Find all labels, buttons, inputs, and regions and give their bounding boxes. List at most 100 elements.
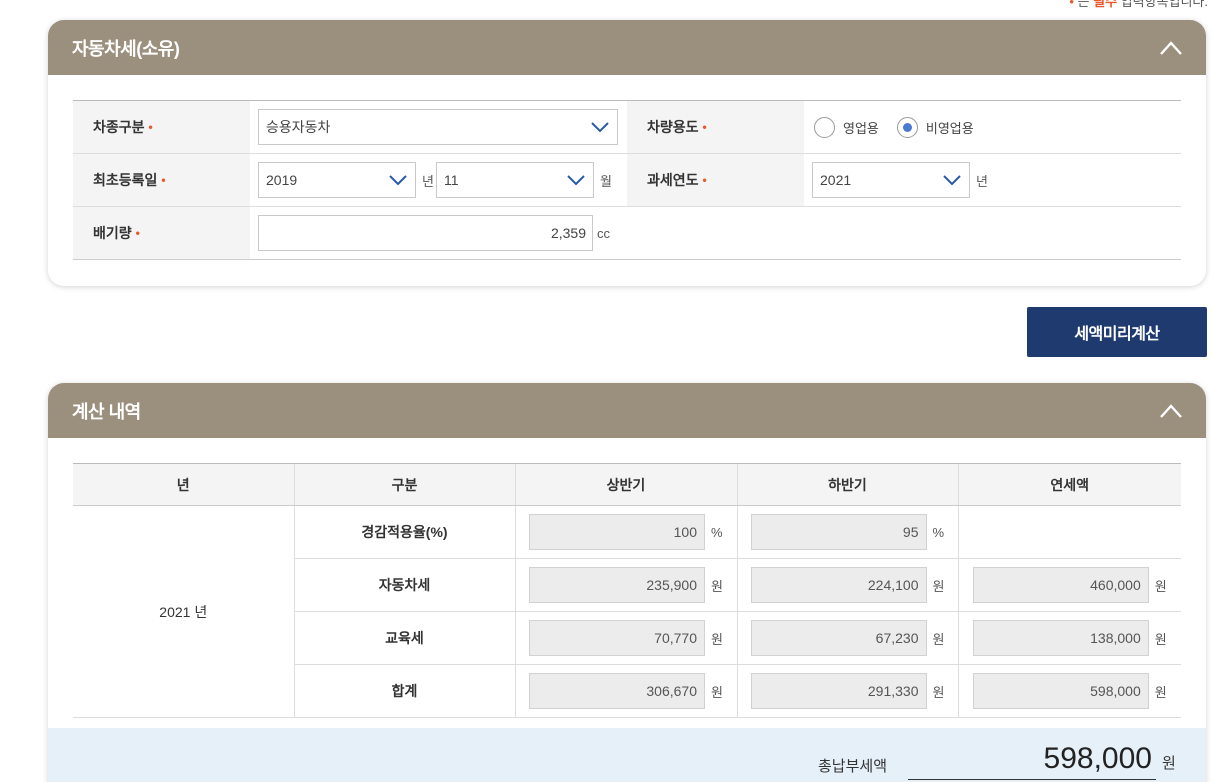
tax-year-cell: 2021 년 bbox=[804, 154, 992, 206]
required-dot: • bbox=[1069, 0, 1074, 9]
unit-label: 원 bbox=[1154, 684, 1167, 700]
result-card-title: 계산 내역 bbox=[72, 401, 141, 422]
vehicle-tax-card: 자동차세(소유) 차종구분 • 승용자동차 차량용도 • 영업용 비영업용 최초… bbox=[48, 20, 1206, 286]
readonly-field: 100 bbox=[529, 514, 705, 550]
table-row: 2021 년 경감적용율(%) 100% 95% bbox=[73, 505, 1181, 718]
tax-year-label-text: 과세연도 bbox=[647, 172, 699, 188]
result-table: 년 구분 상반기 하반기 연세액 2021 년 경감적용율(%) 100% 95… bbox=[73, 463, 1181, 718]
first-reg-year-select[interactable]: 2019 bbox=[258, 162, 416, 198]
unit-label: 원 bbox=[932, 631, 945, 647]
displacement-cell: 2,359 cc bbox=[250, 207, 614, 259]
unit-label: 원 bbox=[1154, 578, 1167, 594]
form-row-displacement: 배기량 • 2,359 cc bbox=[73, 207, 1181, 260]
form-row-dates: 최초등록일 • 2019 년 11 월 과세연도 • 2021 년 bbox=[73, 154, 1181, 207]
total-tax-label: 총납부세액 bbox=[818, 758, 888, 775]
radio-noncommercial-circle[interactable] bbox=[896, 116, 918, 138]
cell-edu-second: 67,230 원 bbox=[736, 611, 958, 665]
required-note-prefix: 는 bbox=[1077, 0, 1090, 9]
cell-edu-first: 70,770 원 bbox=[514, 611, 737, 665]
unit-label: % bbox=[932, 524, 945, 540]
tax-year-label: 과세연도 • bbox=[627, 154, 804, 206]
month-unit: 월 bbox=[599, 173, 612, 189]
displacement-value: 2,359 bbox=[550, 225, 586, 241]
col-header-annual: 연세액 bbox=[957, 463, 1181, 506]
required-word: 필수 bbox=[1093, 0, 1118, 9]
total-tax-value: 598,000 bbox=[908, 742, 1156, 780]
result-card-header[interactable]: 계산 내역 bbox=[48, 383, 1206, 438]
chevron-up-icon[interactable] bbox=[1160, 40, 1182, 55]
usage-label-text: 차량용도 bbox=[647, 119, 699, 135]
cell-car-tax-annual: 460,000 원 bbox=[957, 558, 1181, 612]
required-note: • 는 필수 입력항목입니다. bbox=[1069, 0, 1208, 10]
readonly-field: 70,770 bbox=[529, 620, 705, 656]
tax-year-select[interactable]: 2021 bbox=[812, 162, 970, 198]
chevron-up-icon[interactable] bbox=[1160, 403, 1182, 418]
readonly-field: 95 bbox=[750, 514, 927, 550]
displacement-label: 배기량 • bbox=[73, 207, 250, 259]
required-dot: • bbox=[702, 173, 707, 187]
unit-label: 원 bbox=[711, 631, 723, 647]
chevron-down-icon bbox=[591, 121, 609, 132]
readonly-field: 235,900 bbox=[529, 567, 705, 603]
radio-noncommercial[interactable]: 비영업용 bbox=[896, 116, 974, 138]
year-unit: 년 bbox=[422, 173, 434, 189]
row-label-reduction: 경감적용율(%) bbox=[293, 505, 515, 559]
cell-reduction-annual bbox=[957, 505, 1181, 559]
car-type-select[interactable]: 승용자동차 bbox=[258, 109, 618, 145]
car-type-label: 차종구분 • bbox=[73, 101, 250, 153]
unit-label: 원 bbox=[932, 684, 945, 700]
chevron-down-icon bbox=[567, 174, 585, 185]
readonly-field: 67,230 bbox=[750, 620, 927, 656]
required-dot: • bbox=[135, 226, 140, 240]
radio-commercial-label: 영업용 bbox=[843, 120, 879, 136]
required-dot: • bbox=[161, 173, 166, 187]
readonly-field: 224,100 bbox=[750, 567, 927, 603]
row-label-car-tax: 자동차세 bbox=[293, 558, 515, 612]
unit-label: 원 bbox=[1154, 631, 1167, 647]
cell-car-tax-first: 235,900 원 bbox=[514, 558, 737, 612]
car-type-cell: 승용자동차 bbox=[250, 101, 627, 153]
displacement-label-text: 배기량 bbox=[93, 225, 132, 241]
cell-sum-second: 291,330 원 bbox=[736, 664, 958, 718]
radio-noncommercial-label: 비영업용 bbox=[925, 120, 974, 136]
col-header-first-half: 상반기 bbox=[514, 463, 737, 506]
readonly-field: 138,000 bbox=[972, 620, 1149, 656]
calculate-tax-button[interactable]: 세액미리계산 bbox=[1027, 307, 1207, 357]
cell-edu-annual: 138,000 원 bbox=[957, 611, 1181, 665]
row-label-education-tax: 교육세 bbox=[293, 611, 515, 665]
required-dot: • bbox=[148, 120, 153, 134]
first-reg-label-text: 최초등록일 bbox=[93, 172, 158, 188]
unit-label: 원 bbox=[711, 684, 723, 700]
readonly-field: 460,000 bbox=[972, 567, 1149, 603]
col-header-category: 구분 bbox=[293, 463, 515, 506]
vehicle-form: 차종구분 • 승용자동차 차량용도 • 영업용 비영업용 최초등록일 • 201… bbox=[73, 100, 1181, 260]
required-dot: • bbox=[702, 120, 707, 134]
cell-sum-first: 306,670 원 bbox=[514, 664, 737, 718]
unit-label: 원 bbox=[932, 578, 945, 594]
displacement-input[interactable]: 2,359 bbox=[258, 215, 593, 251]
required-note-suffix: 입력항목입니다. bbox=[1120, 0, 1208, 9]
first-reg-cell: 2019 년 11 월 bbox=[250, 154, 627, 206]
result-header-row: 년 구분 상반기 하반기 연세액 bbox=[73, 463, 1181, 506]
vehicle-card-header[interactable]: 자동차세(소유) bbox=[48, 20, 1206, 75]
first-reg-month-value: 11 bbox=[443, 172, 459, 188]
readonly-field: 598,000 bbox=[972, 673, 1149, 709]
col-header-year: 년 bbox=[73, 463, 294, 506]
first-reg-year-value: 2019 bbox=[266, 172, 298, 188]
cell-reduction-second: 95% bbox=[736, 505, 958, 559]
radio-commercial[interactable]: 영업용 bbox=[814, 116, 879, 138]
unit-label: % bbox=[711, 524, 723, 540]
chevron-down-icon bbox=[389, 174, 407, 185]
vehicle-card-title: 자동차세(소유) bbox=[72, 38, 180, 59]
usage-label: 차량용도 • bbox=[627, 101, 804, 153]
radio-commercial-circle[interactable] bbox=[814, 116, 835, 138]
chevron-down-icon bbox=[943, 174, 961, 185]
year-cell: 2021 년 bbox=[73, 505, 294, 718]
unit-label: 원 bbox=[711, 578, 723, 594]
calc-result-card: 계산 내역 년 구분 상반기 하반기 연세액 2021 년 경감적용율(%) 1… bbox=[48, 383, 1206, 782]
readonly-field: 306,670 bbox=[529, 673, 705, 709]
first-reg-month-select[interactable]: 11 bbox=[435, 162, 594, 198]
form-row-type: 차종구분 • 승용자동차 차량용도 • 영업용 비영업용 bbox=[73, 101, 1181, 154]
tax-year-unit: 년 bbox=[976, 173, 988, 189]
first-reg-label: 최초등록일 • bbox=[73, 154, 250, 206]
